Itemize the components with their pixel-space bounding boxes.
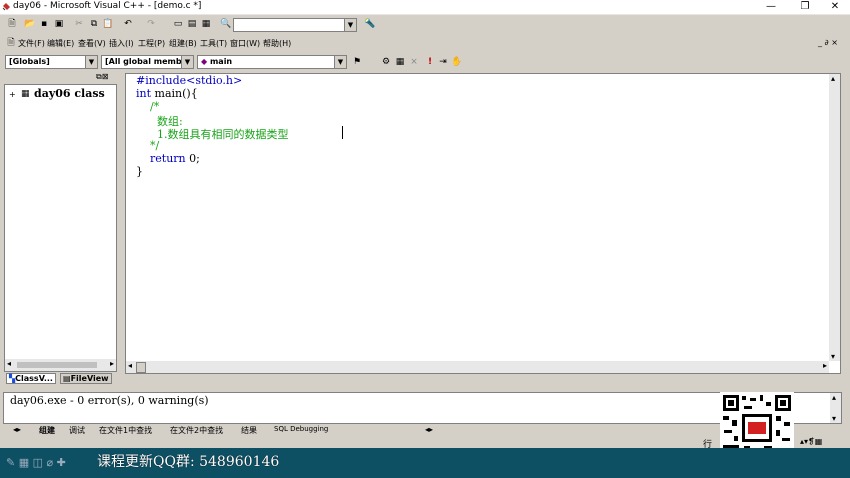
close-button[interactable]: ✕ — [820, 0, 850, 14]
classview-pane: + ▦ day06 class ◂ ▸ — [4, 84, 117, 372]
menu-file[interactable]: 文件(F) — [18, 38, 45, 49]
window-list-icon[interactable]: ▦ — [200, 18, 212, 30]
code-line-2[interactable]: int main(){ — [136, 87, 198, 100]
tab-nav-icons[interactable]: ◂▸ — [13, 425, 21, 434]
chevron-down-icon[interactable]: ▼ — [334, 56, 346, 68]
chevron-down-icon[interactable]: ▼ — [181, 56, 193, 68]
document-icon: 🗎 — [7, 38, 15, 48]
go-icon[interactable]: ⇥ — [437, 56, 449, 68]
scroll-left-icon[interactable]: ◂ — [128, 361, 132, 370]
tab-debug[interactable]: 调试 — [69, 425, 85, 436]
mdi-window-buttons[interactable]: _ ∂ × — [818, 38, 838, 47]
scroll-up-icon[interactable]: ▴ — [832, 393, 836, 402]
wizard-bar: [Globals] ▼ [All global members ▼ ◆ main… — [0, 53, 850, 71]
restore-button[interactable]: ❐ — [790, 0, 820, 14]
tab-scroll-icons[interactable]: ◂▸ — [425, 425, 433, 434]
fileview-tab-icon: ▤ — [63, 374, 71, 383]
cut-icon[interactable]: ✂ — [73, 18, 85, 30]
status-icons: ▴▾❡▦ — [800, 437, 823, 446]
tab-fileview[interactable]: ▤FileView — [60, 373, 112, 384]
code-line-7[interactable]: return 0; — [136, 152, 200, 165]
build-output-message: day06.exe - 0 error(s), 0 warning(s) — [10, 394, 209, 407]
find-in-files-icon[interactable]: 🔍 — [220, 18, 232, 30]
code-line-1[interactable]: #include<stdio.h> — [136, 74, 242, 87]
tab-build[interactable]: 组建 — [39, 425, 55, 436]
editor-vscrollbar[interactable]: ▴ ▾ — [829, 74, 840, 361]
menu-project[interactable]: 工程(P) — [138, 38, 165, 49]
output-vscrollbar[interactable]: ▴ ▾ — [830, 393, 841, 423]
classview-tabs: ▚ClassV... ▤FileView — [4, 373, 118, 386]
code-line-3[interactable]: /* — [136, 100, 159, 113]
workspace-icon[interactable]: ▭ — [172, 18, 184, 30]
text-cursor — [342, 126, 343, 139]
tab-classview[interactable]: ▚ClassV... — [6, 373, 56, 384]
scroll-right-icon[interactable]: ▸ — [110, 359, 114, 368]
scroll-thumb[interactable] — [136, 362, 146, 373]
tab-find-in-files-2[interactable]: 在文件2中查找 — [170, 425, 223, 436]
chevron-down-icon[interactable]: ▼ — [85, 56, 97, 68]
new-text-file-icon[interactable]: 🗎 — [6, 18, 18, 30]
banner-qq-group-text: 课程更新QQ群: 548960146 — [97, 454, 280, 470]
editor-hscrollbar[interactable]: ◂ ▸ — [126, 361, 829, 373]
function-combo-value: main — [209, 57, 233, 66]
function-combo[interactable]: ◆ main ▼ — [197, 55, 347, 69]
pane-controls[interactable]: ⧉⊠ — [96, 72, 108, 82]
compile-icon[interactable]: ⚙ — [380, 56, 392, 68]
output-pane: day06.exe - 0 error(s), 0 warning(s) ▴ ▾ — [3, 392, 842, 424]
paste-icon[interactable]: 📋 — [102, 18, 114, 30]
menu-edit[interactable]: 编辑(E) — [47, 38, 74, 49]
scroll-down-icon[interactable]: ▾ — [832, 414, 836, 423]
members-combo[interactable]: [All global members ▼ — [101, 55, 194, 69]
menu-bar: 🗎 文件(F) 编辑(E) 查看(V) 插入(I) 工程(P) 组建(B) 工具… — [0, 36, 850, 50]
scope-combo[interactable]: [Globals] ▼ — [5, 55, 98, 69]
tab-find-in-files-1[interactable]: 在文件1中查找 — [99, 425, 152, 436]
open-folder-icon[interactable]: 📂 — [24, 18, 36, 30]
code-editor[interactable]: #include<stdio.h> int main(){ /* 数组: 1.数… — [125, 73, 841, 374]
scroll-down-icon[interactable]: ▾ — [831, 352, 835, 361]
menu-help[interactable]: 帮助(H) — [263, 38, 291, 49]
save-all-icon[interactable]: ▣ — [53, 18, 65, 30]
menu-insert[interactable]: 插入(I) — [109, 38, 134, 49]
standard-toolbar: 🗎 📂 ▪ ▣ ✂ ⧉ 📋 ↶ ↷ ▭ ▤ ▦ 🔍 ▼ 🔦 — [0, 15, 850, 35]
menu-tools[interactable]: 工具(T) — [200, 38, 227, 49]
menu-window[interactable]: 窗口(W) — [230, 38, 260, 49]
breakpoint-hand-icon[interactable]: ✋ — [451, 56, 463, 68]
tree-root-label[interactable]: day06 class — [34, 87, 105, 100]
tree-expand-icon[interactable]: + — [9, 90, 16, 99]
output-window-icon[interactable]: ▤ — [186, 18, 198, 30]
minimize-button[interactable]: — — [756, 0, 786, 14]
scroll-thumb[interactable] — [17, 362, 97, 368]
chevron-down-icon[interactable]: ▼ — [344, 19, 356, 31]
scroll-up-icon[interactable]: ▴ — [831, 74, 835, 83]
stop-build-icon[interactable]: ⨯ — [408, 56, 420, 68]
find-icon[interactable]: 🔦 — [364, 18, 376, 30]
copy-icon[interactable]: ⧉ — [88, 18, 100, 30]
tab-results[interactable]: 结果 — [241, 425, 257, 436]
redo-icon[interactable]: ↷ — [145, 18, 157, 30]
build-icon[interactable]: ▦ — [394, 56, 406, 68]
code-line-8[interactable]: } — [136, 165, 143, 178]
code-line-6[interactable]: */ — [136, 139, 159, 152]
menu-build[interactable]: 组建(B) — [169, 38, 197, 49]
classview-hscrollbar[interactable]: ◂ ▸ — [5, 359, 116, 371]
window-title: day06 - Microsoft Visual C++ - [demo.c *… — [13, 1, 202, 11]
app-icon — [2, 3, 10, 11]
save-icon[interactable]: ▪ — [38, 18, 50, 30]
tab-sql-debugging[interactable]: SQL Debugging — [274, 425, 328, 433]
banner-tool-icons: ✎ ▦ ◫ ⌀ ✚ — [6, 456, 66, 469]
scroll-right-icon[interactable]: ▸ — [823, 361, 827, 370]
wizard-action-icon[interactable]: ⚑ — [351, 56, 363, 68]
function-diamond-icon: ◆ — [201, 57, 208, 66]
title-bar: day06 - Microsoft Visual C++ - [demo.c *… — [0, 0, 850, 15]
execute-icon[interactable]: ! — [424, 56, 436, 68]
scope-combo-value: [Globals] — [9, 57, 50, 66]
menu-view[interactable]: 查看(V) — [78, 38, 106, 49]
output-tabs: ◂▸ 组建 调试 在文件1中查找 在文件2中查找 结果 SQL Debuggin… — [3, 424, 843, 436]
scroll-left-icon[interactable]: ◂ — [7, 359, 11, 368]
undo-icon[interactable]: ↶ — [122, 18, 134, 30]
class-folder-icon: ▦ — [21, 89, 30, 99]
find-combo[interactable]: ▼ — [233, 18, 357, 32]
